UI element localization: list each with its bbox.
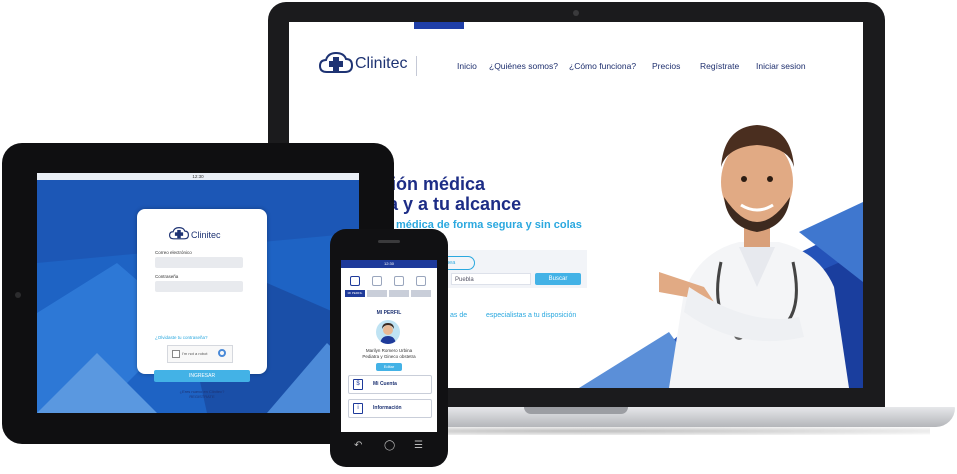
register-prompt: ¿Eres nuevo en Clinitec? REGISTRATE bbox=[137, 389, 267, 399]
login-button[interactable]: INGRESAR bbox=[154, 370, 250, 382]
menu-item-label: Información bbox=[373, 405, 402, 411]
profile-icon bbox=[350, 276, 360, 286]
tab-label bbox=[411, 290, 431, 297]
hero-title-line2: ra y a tu alcance bbox=[381, 194, 522, 214]
users-icon bbox=[372, 276, 382, 286]
laptop-camera bbox=[573, 10, 579, 16]
home-icon[interactable]: ◯ bbox=[384, 440, 395, 451]
password-label: Contraseña bbox=[155, 274, 179, 279]
menu-item-mi-cuenta[interactable]: $ Mi Cuenta bbox=[348, 375, 432, 394]
login-card: Clinitec Correo electrónico Contraseña ¿… bbox=[137, 209, 267, 399]
nav-inicio[interactable]: Inicio bbox=[457, 61, 477, 71]
tab-3[interactable] bbox=[389, 273, 409, 299]
edit-profile-button[interactable]: Editar bbox=[376, 363, 402, 371]
calendar-icon bbox=[394, 276, 404, 286]
tab-label bbox=[367, 290, 387, 297]
tablet-camera bbox=[15, 292, 21, 298]
location-select[interactable]: Puebla bbox=[451, 273, 531, 285]
doctor-image bbox=[659, 125, 849, 388]
avatar-illustration-icon bbox=[380, 323, 396, 344]
tablet-status-bar: 12:30 bbox=[37, 173, 359, 180]
tab-mi-perfil[interactable]: MI PERFIL bbox=[345, 273, 365, 299]
active-tab-indicator bbox=[414, 22, 464, 29]
phone-screen: 12:30 MI PERFIL MI PERFIL Marilyn Romero… bbox=[341, 260, 437, 432]
phone-status-bar: 12:30 bbox=[341, 260, 437, 268]
nav-como-funciona[interactable]: ¿Cómo funciona? bbox=[569, 61, 636, 71]
tab-label bbox=[389, 290, 409, 297]
captcha-checkbox[interactable] bbox=[172, 350, 180, 358]
avatar bbox=[376, 320, 400, 344]
stat-text-right: especialistas a tu disposición bbox=[486, 312, 577, 319]
menu-item-label: Mi Cuenta bbox=[373, 381, 397, 387]
login-brand-name: Clinitec bbox=[191, 230, 221, 240]
tab-2[interactable] bbox=[367, 273, 387, 299]
email-label: Correo electrónico bbox=[155, 250, 192, 255]
clinitec-logo-icon[interactable] bbox=[319, 52, 353, 74]
profile-title: MI PERFIL bbox=[376, 310, 402, 316]
email-field[interactable] bbox=[155, 257, 243, 268]
phone-tab-bar: MI PERFIL bbox=[345, 273, 433, 301]
tablet-screen: 12:30 Clinitec Correo electrónico Contra… bbox=[37, 173, 359, 413]
menu-icon[interactable]: ☰ bbox=[414, 440, 423, 451]
back-icon[interactable]: ↶ bbox=[354, 440, 362, 451]
profile-role: Pediatra y Gineco obstetra bbox=[362, 354, 416, 359]
register-link[interactable]: REGISTRATE bbox=[137, 394, 267, 399]
password-field[interactable] bbox=[155, 281, 243, 292]
forgot-password-link[interactable]: ¿Olvidaste tu contraseña? bbox=[155, 335, 208, 340]
search-button[interactable]: Buscar bbox=[535, 273, 581, 285]
nav-registrate[interactable]: Regístrate bbox=[700, 61, 739, 71]
brand-name[interactable]: Clinitec bbox=[355, 55, 407, 73]
profile-name: Marilyn Romero Urbina bbox=[365, 348, 413, 353]
clinitec-logo-icon bbox=[169, 227, 189, 240]
info-icon: i bbox=[353, 403, 363, 414]
laptop-notch bbox=[524, 407, 628, 414]
captcha-box[interactable]: I'm not a robot bbox=[167, 345, 233, 363]
nav-quienes-somos[interactable]: ¿Quiénes somos? bbox=[489, 61, 558, 71]
document-icon bbox=[416, 276, 426, 286]
phone-speaker bbox=[378, 240, 400, 243]
dollar-icon: $ bbox=[353, 379, 363, 390]
tab-label: MI PERFIL bbox=[345, 290, 365, 297]
nav-precios[interactable]: Precios bbox=[652, 61, 680, 71]
tab-4[interactable] bbox=[411, 273, 431, 299]
captcha-label: I'm not a robot bbox=[182, 351, 208, 356]
logo-divider bbox=[416, 56, 417, 76]
recaptcha-icon bbox=[218, 349, 226, 357]
nav-iniciar-sesion[interactable]: Iniciar sesion bbox=[756, 61, 806, 71]
menu-item-informacion[interactable]: i Información bbox=[348, 399, 432, 418]
hero-title-line1: ción médica bbox=[381, 174, 486, 194]
stat-text-left: as de bbox=[450, 312, 468, 319]
